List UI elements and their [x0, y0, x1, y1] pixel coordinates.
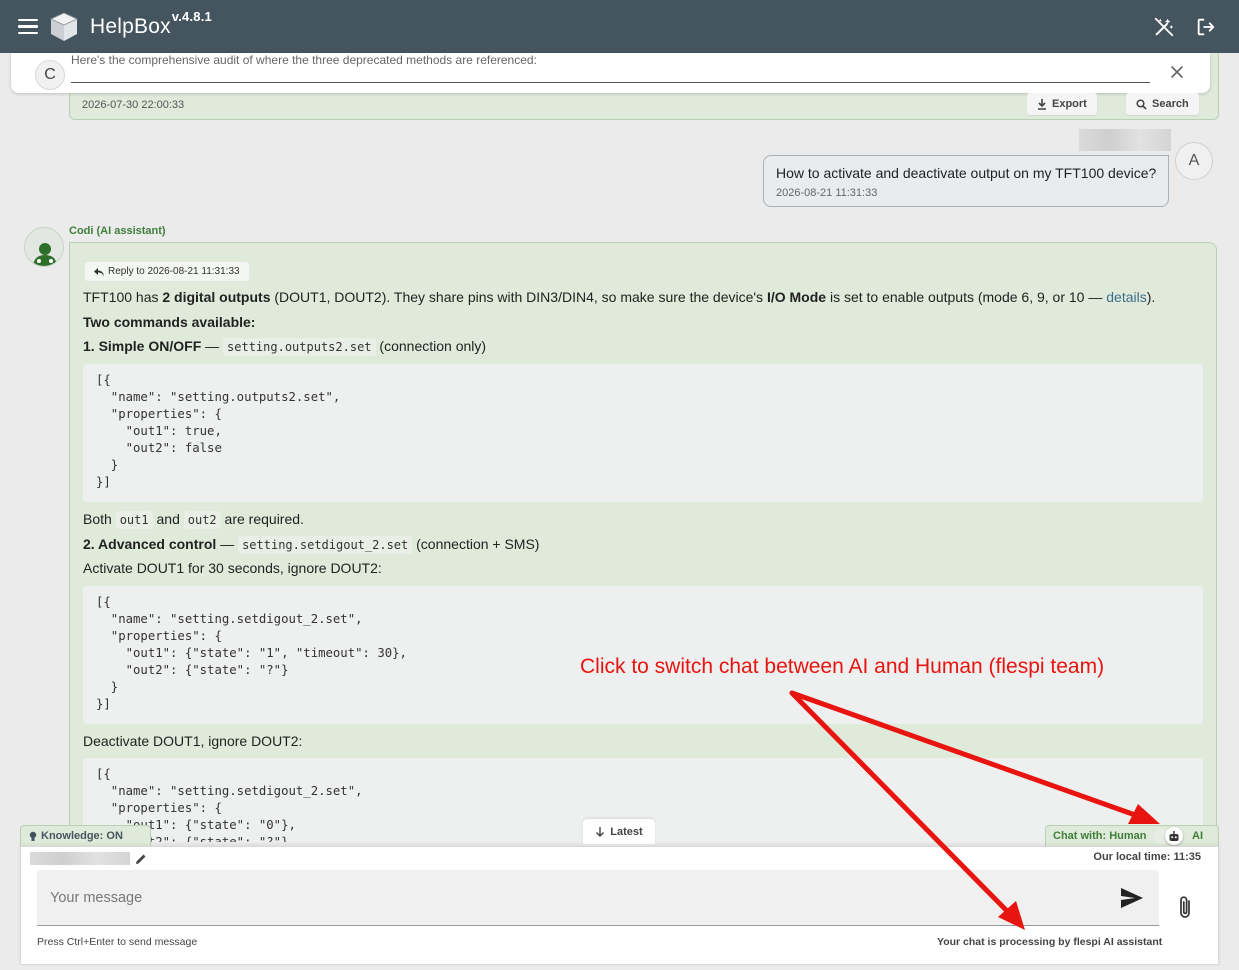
text: is set to enable outputs (mode 6, 9, or …: [826, 289, 1107, 305]
bold-text: 2 digital outputs: [162, 289, 271, 305]
redacted-username: [30, 852, 130, 865]
reply-icon: [94, 267, 104, 276]
text: Both: [83, 511, 116, 527]
advanced-command-line: 2. Advanced control — setting.setdigout_…: [83, 536, 540, 554]
search-icon: [1136, 98, 1147, 110]
text: (connection only): [375, 338, 487, 354]
bold-text: 2. Advanced control: [83, 536, 217, 552]
app-name: HelpBox: [90, 14, 171, 38]
message-timestamp: 2026-08-21 11:31:33: [776, 187, 878, 199]
quoted-message-card: C Here's the comprehensive audit of wher…: [11, 53, 1210, 93]
toggle-knob: [1165, 827, 1183, 845]
text: are required.: [220, 511, 304, 527]
app-title: HelpBoxv.4.8.1: [90, 9, 212, 39]
message-input[interactable]: [37, 870, 1159, 926]
message-composer: Our local time: 11:35 Press Ctrl+Enter t…: [20, 846, 1219, 965]
menu-icon[interactable]: [18, 18, 38, 35]
chat-with-switch: Chat with: Human AI: [1045, 825, 1219, 846]
ai-label: AI: [1192, 830, 1203, 842]
details-link[interactable]: details: [1106, 289, 1146, 305]
intro-paragraph: TFT100 has 2 digital outputs (DOUT1, DOU…: [83, 289, 1155, 305]
chat-with-label: Chat with: Human: [1053, 830, 1147, 842]
inline-code: out2: [183, 511, 221, 529]
bold-text: I/O Mode: [766, 289, 827, 305]
text: —: [201, 338, 224, 354]
simple-command-line: 1. Simple ON/OFF — setting.outputs2.set …: [83, 338, 487, 356]
text: ).: [1146, 289, 1156, 305]
inline-code: setting.setdigout_2.set: [238, 536, 413, 554]
bold-text: Two commands available:: [83, 314, 256, 330]
send-hint: Press Ctrl+Enter to send message: [37, 936, 198, 948]
deactivate-text: Deactivate DOUT1, ignore DOUT2:: [83, 733, 303, 749]
local-time: Our local time: 11:35: [1093, 851, 1201, 863]
reply-to-chip[interactable]: Reply to 2026-08-21 11:31:33: [85, 262, 249, 281]
divider: [71, 82, 1150, 83]
app-version: v.4.8.1: [171, 8, 212, 24]
bold-text: 1. Simple ON/OFF: [83, 338, 202, 354]
processing-status: Your chat is processing by flespi AI ass…: [937, 936, 1163, 948]
download-icon: [1038, 98, 1046, 110]
cube-logo-icon: [50, 12, 78, 41]
text: TFT100 has: [83, 289, 163, 305]
redacted-username: [1079, 129, 1171, 151]
inline-code: out1: [115, 511, 153, 529]
knowledge-label: Knowledge: ON: [41, 830, 123, 842]
avatar: A: [1175, 142, 1213, 180]
text: —: [216, 536, 239, 552]
user-message-text: How to activate and deactivate output on…: [776, 165, 1157, 181]
robot-icon: [1169, 830, 1179, 841]
magic-wand-off-icon[interactable]: [1153, 16, 1175, 38]
latest-label: Latest: [610, 825, 643, 838]
search-label: Search: [1152, 98, 1189, 110]
avatar: C: [35, 60, 65, 90]
lightbulb-icon: [29, 831, 37, 841]
latest-button[interactable]: Latest: [583, 819, 655, 844]
logout-icon[interactable]: [1195, 16, 1217, 38]
export-button[interactable]: Export: [1027, 93, 1097, 115]
knowledge-toggle[interactable]: Knowledge: ON: [20, 825, 151, 846]
assistant-name: Codi (AI assistant): [69, 225, 166, 237]
assistant-message-bubble: Reply to 2026-08-21 11:31:33 TFT100 has …: [69, 242, 1217, 842]
pencil-icon[interactable]: [135, 853, 147, 865]
activate-text: Activate DOUT1 for 30 seconds, ignore DO…: [83, 560, 382, 576]
robot-avatar-icon: [24, 227, 64, 267]
text: (DOUT1, DOUT2). They share pins with DIN…: [270, 289, 767, 305]
export-label: Export: [1052, 98, 1087, 110]
annotation-text: Click to switch chat between AI and Huma…: [580, 655, 1105, 678]
close-icon[interactable]: [1168, 63, 1186, 81]
send-icon[interactable]: [1120, 887, 1144, 909]
code-block: [{ "name": "setting.outputs2.set", "prop…: [83, 364, 1203, 502]
message-timestamp: 2026-07-30 22:00:33: [82, 99, 185, 111]
both-required-line: Both out1 and out2 are required.: [83, 511, 304, 529]
inline-code: setting.outputs2.set: [223, 338, 376, 356]
text: (connection + SMS): [412, 536, 540, 552]
app-header: HelpBoxv.4.8.1: [0, 0, 1239, 53]
quoted-message-text: Here's the comprehensive audit of where …: [71, 53, 537, 67]
reply-to-label: Reply to 2026-08-21 11:31:33: [108, 266, 240, 277]
user-message-bubble: How to activate and deactivate output on…: [763, 155, 1169, 207]
ai-human-toggle[interactable]: [1153, 827, 1183, 845]
arrow-down-icon: [596, 826, 605, 837]
paperclip-icon[interactable]: [1175, 895, 1197, 921]
search-button[interactable]: Search: [1126, 93, 1199, 115]
text: and: [152, 511, 184, 527]
commands-heading: Two commands available:: [83, 314, 255, 330]
